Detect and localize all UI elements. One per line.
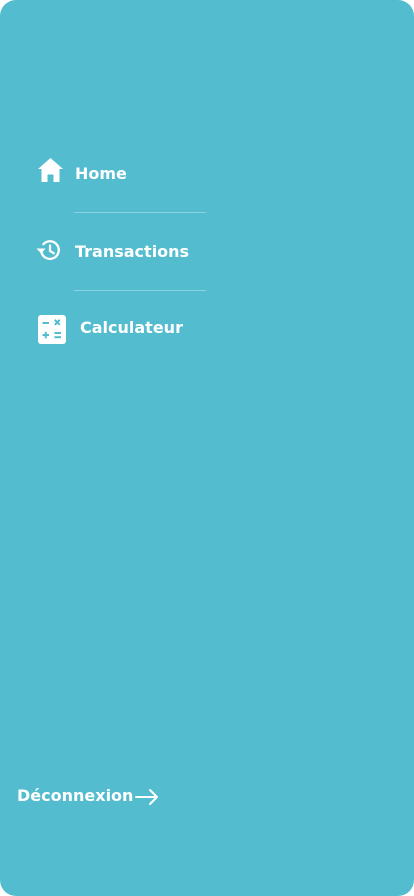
nav-item-home[interactable]: Home — [0, 154, 220, 194]
nav-label-home: Home — [75, 164, 127, 183]
logout-label: Déconnexion — [17, 786, 134, 805]
navigation-drawer: Home Transactions Calculateur Déconnexio… — [0, 0, 414, 896]
home-icon — [37, 157, 64, 183]
nav-label-transactions: Transactions — [75, 242, 190, 261]
arrow-right-icon — [135, 786, 159, 808]
nav-item-calculateur[interactable]: Calculateur — [0, 308, 220, 348]
nav-divider — [74, 290, 206, 291]
nav-item-transactions[interactable]: Transactions — [0, 232, 220, 272]
nav-divider — [74, 212, 206, 213]
history-icon — [35, 236, 63, 264]
calculator-icon — [38, 315, 66, 344]
nav-label-calculateur: Calculateur — [80, 318, 183, 337]
logout-button[interactable]: Déconnexion — [17, 785, 167, 809]
